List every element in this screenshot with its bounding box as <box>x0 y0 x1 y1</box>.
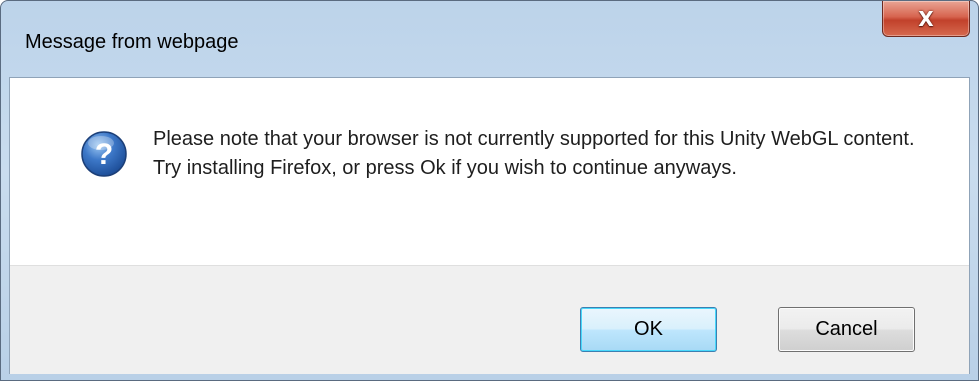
message-dialog: Message from webpage X ? Please note tha… <box>0 0 979 381</box>
ok-button[interactable]: OK <box>580 307 717 352</box>
message-text: Please note that your browser is not cur… <box>153 128 915 179</box>
cancel-button[interactable]: Cancel <box>778 307 915 352</box>
title-bar[interactable]: Message from webpage X <box>1 1 978 77</box>
message-area: ? Please note that your browser is not c… <box>10 78 969 265</box>
button-bar: OK Cancel <box>10 265 969 374</box>
dialog-title: Message from webpage <box>25 31 239 53</box>
close-icon: X <box>918 6 934 31</box>
svg-text:?: ? <box>95 138 113 171</box>
question-icon: ? <box>81 131 127 177</box>
dialog-body: ? Please note that your browser is not c… <box>9 77 970 374</box>
close-button[interactable]: X <box>882 1 970 37</box>
